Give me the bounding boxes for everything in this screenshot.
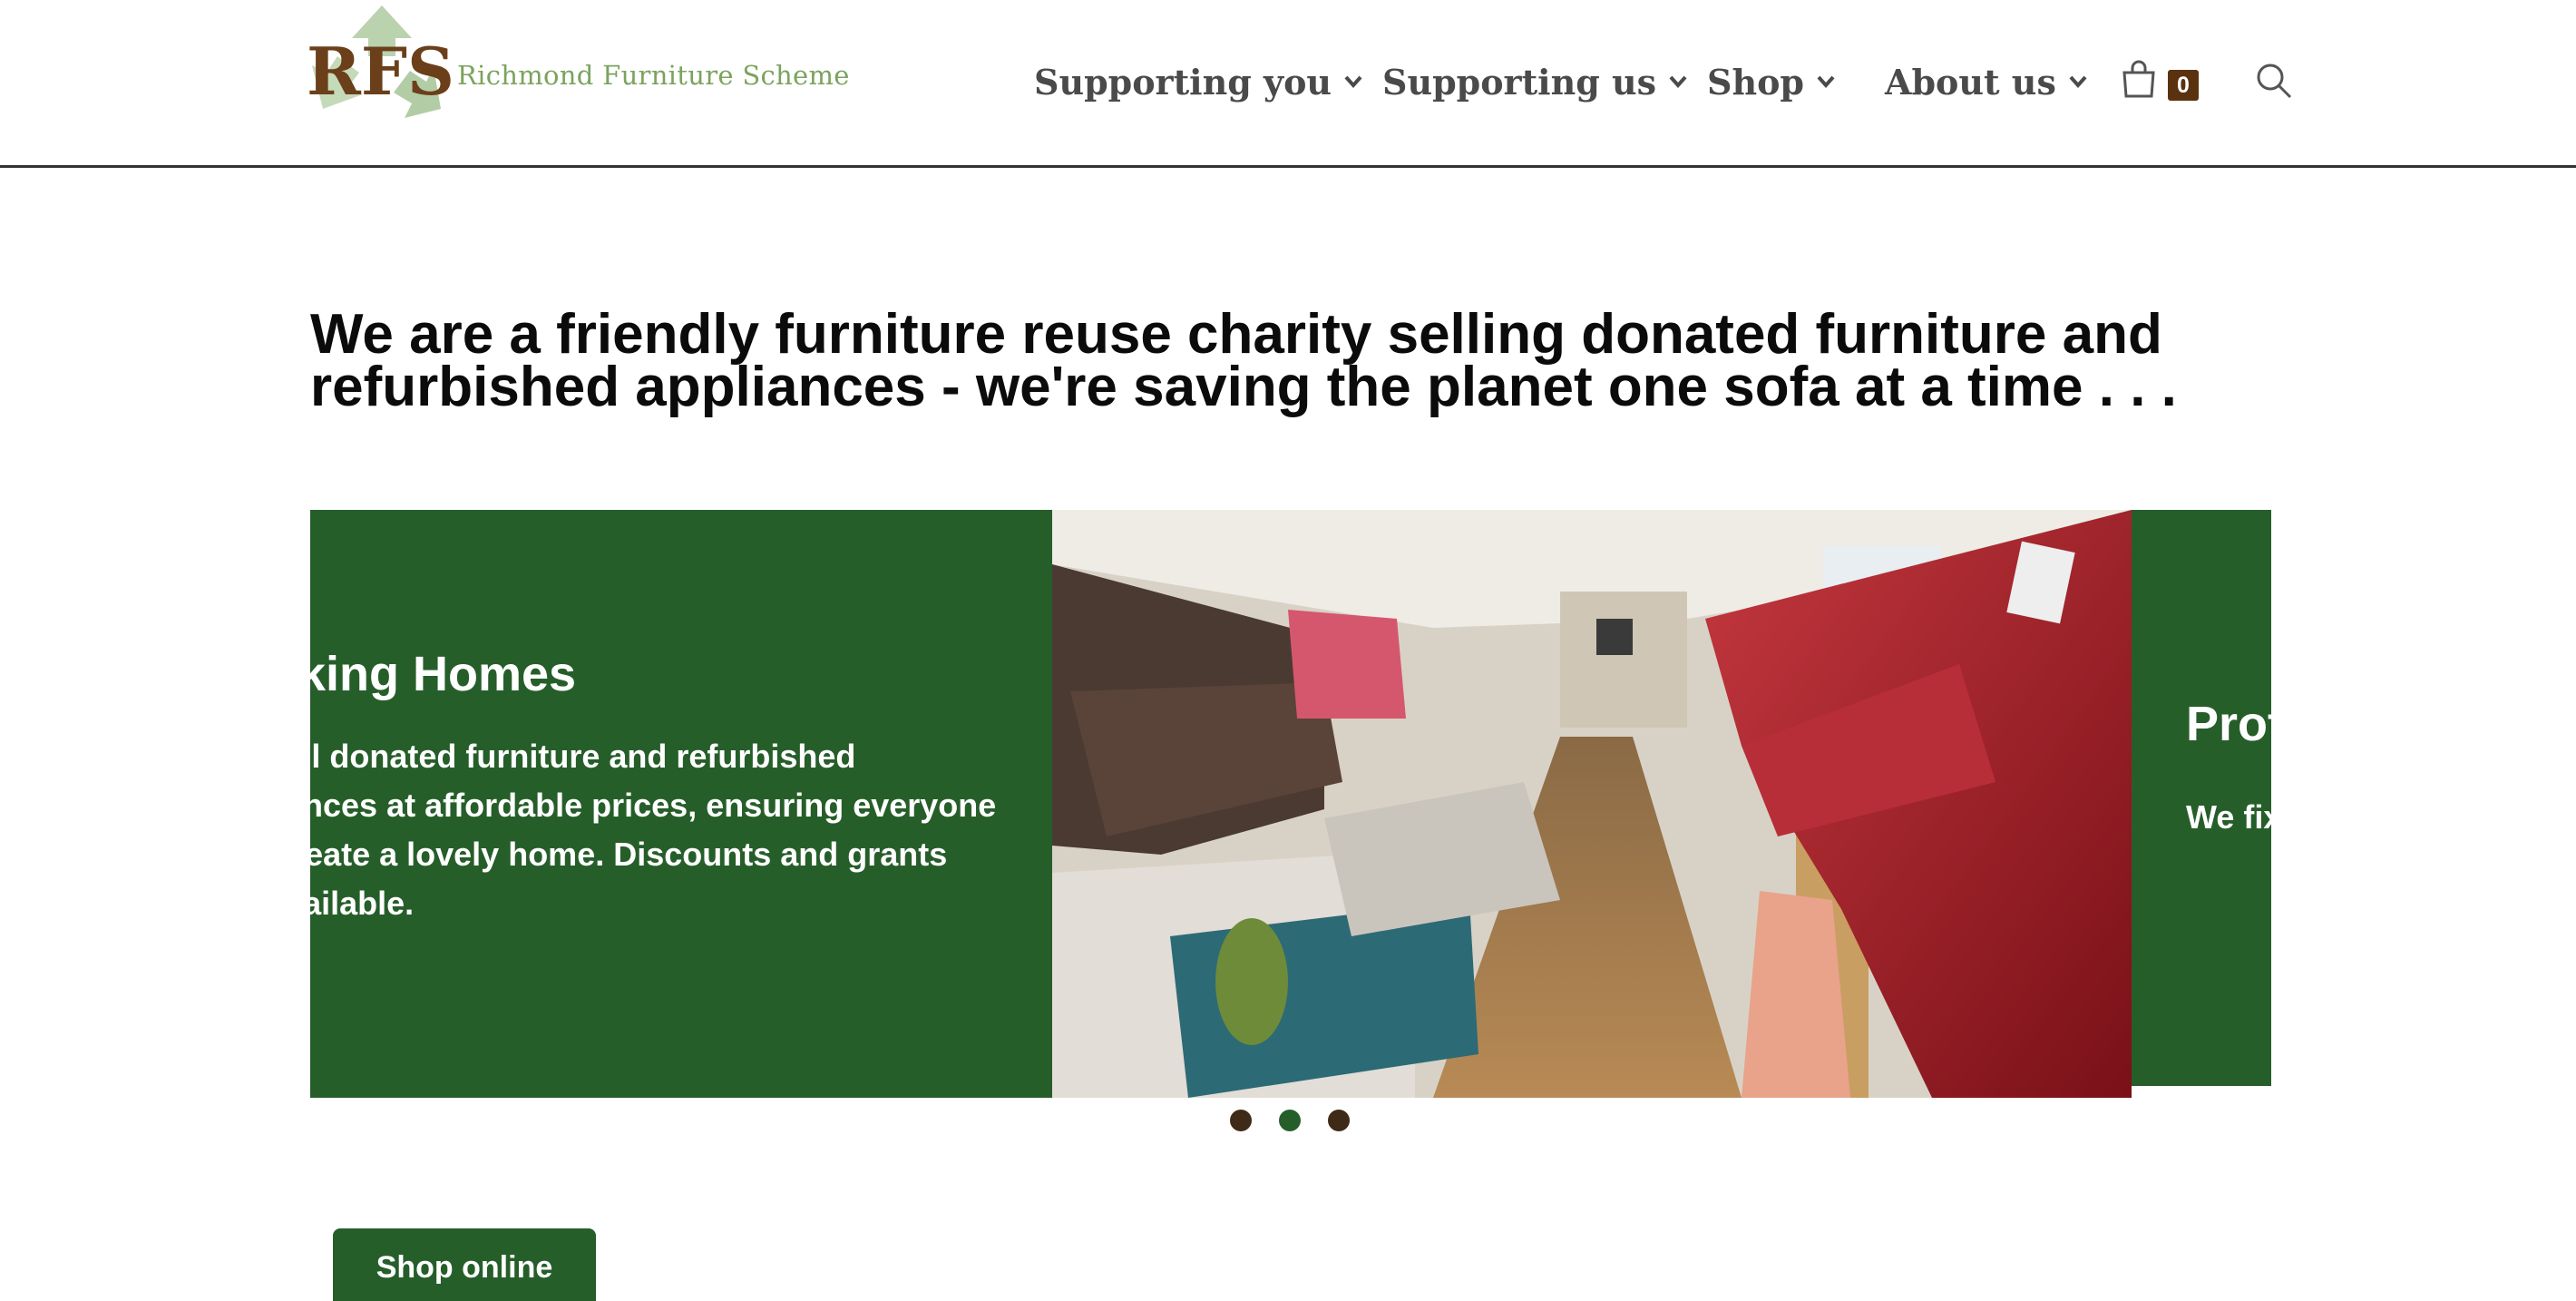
next-slide-title: Protecting [2186, 697, 2271, 751]
slide-title: Making Homes [310, 647, 577, 701]
site-logo[interactable]: RFS Richmond Furniture Scheme [305, 2, 849, 122]
showroom-photo [1052, 510, 2132, 1098]
nav-supporting-you[interactable]: Supporting you [1034, 54, 1362, 109]
nav-shop[interactable]: Shop [1707, 54, 1835, 109]
chevron-down-icon [1817, 75, 1835, 88]
site-name: Richmond Furniture Scheme [457, 60, 850, 91]
next-slide-preview: Protecting We fix and lease tonnes [2132, 510, 2271, 1086]
hero-tagline: We are a friendly furniture reuse charit… [310, 303, 2177, 418]
carousel-dot-3[interactable] [1328, 1110, 1350, 1131]
cart-button[interactable]: 0 [2121, 60, 2202, 105]
feature-carousel[interactable]: Making Homes We sell donated furniture a… [310, 510, 2271, 1098]
site-header: RFS Richmond Furniture Scheme Supporting… [0, 0, 2576, 168]
nav-label: Supporting us [1382, 61, 1657, 103]
search-icon [2257, 64, 2292, 99]
nav-supporting-us[interactable]: Supporting us [1382, 54, 1687, 109]
nav-label: Supporting you [1034, 61, 1332, 103]
search-button[interactable] [2255, 62, 2293, 100]
slide-body: We sell donated furniture and refurbishe… [310, 738, 997, 922]
chevron-down-icon [1344, 75, 1362, 88]
recycle-logo-icon: RFS [307, 5, 454, 118]
shopping-bag-icon [2122, 60, 2155, 98]
carousel-dot-1[interactable] [1230, 1110, 1252, 1131]
nav-label: Shop [1707, 61, 1804, 103]
nav-about-us[interactable]: About us [1885, 54, 2087, 109]
cart-count-badge: 0 [2168, 70, 2199, 101]
next-slide-body: We fix and lease tonnes [2186, 798, 2271, 836]
svg-text:RFS: RFS [307, 33, 454, 110]
chevron-down-icon [2069, 75, 2087, 88]
nav-label: About us [1885, 61, 2056, 103]
shop-online-button[interactable]: Shop online [333, 1228, 596, 1301]
slide-text-panel: Making Homes We sell donated furniture a… [310, 510, 1052, 1098]
carousel-dot-2[interactable] [1279, 1110, 1301, 1131]
chevron-down-icon [1669, 75, 1687, 88]
